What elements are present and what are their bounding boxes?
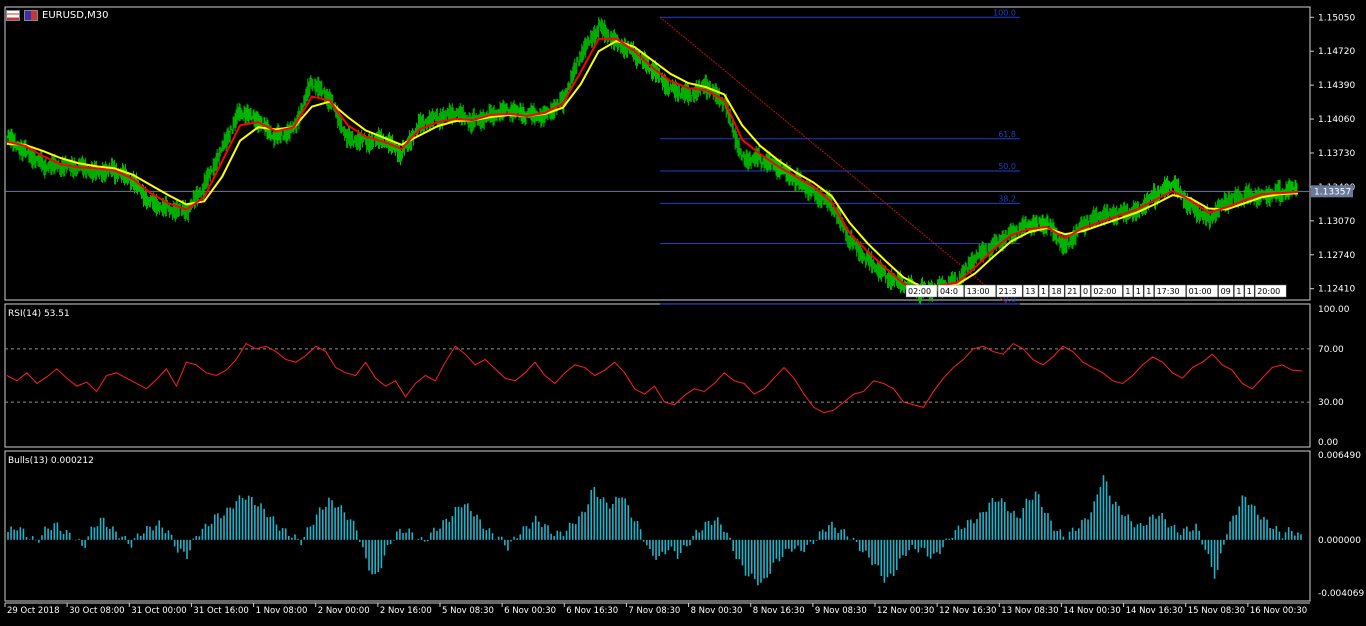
fibo-level-label: 50.0 [998, 162, 1016, 171]
time-axis-label: 14 Nov 00:30 [1063, 606, 1120, 616]
time-axis-label: 15 Nov 08:30 [1188, 606, 1245, 616]
time-axis-label: 31 Oct 16:00 [193, 606, 248, 616]
time-axis-label: 13 Nov 08:30 [1001, 606, 1058, 616]
event-label: 21 [1067, 287, 1077, 296]
time-axis-label: 6 Nov 00:30 [504, 606, 556, 616]
event-label: 0 [1083, 287, 1088, 296]
event-label: 1 [1041, 287, 1046, 296]
time-axis-label: 8 Nov 16:30 [753, 606, 805, 616]
time-axis-label: 8 Nov 00:30 [691, 606, 743, 616]
price-panel-frame [4, 6, 1311, 301]
fibo-level-label: 61.8 [998, 130, 1016, 139]
time-axis-label: 12 Nov 16:30 [939, 606, 996, 616]
bulls-panel[interactable]: Bulls(13) 0.000212 0.006490 0.000000 -0.004… [7, 451, 1364, 599]
time-axis-label: 29 Oct 2018 [7, 606, 60, 616]
fibo-level-label: 100.0 [993, 8, 1016, 17]
rsi-axis-label: 70.00 [1318, 345, 1344, 355]
price-axis-label: 1.12410 [1318, 285, 1355, 295]
event-label: 01:00 [1189, 287, 1212, 296]
rsi-axis-label: 0.00 [1318, 438, 1338, 448]
time-axis-label: 2 Nov 00:00 [318, 606, 370, 616]
price-axis-label: 1.12740 [1318, 251, 1355, 261]
event-label: 04:0 [940, 287, 958, 296]
event-label: 18 [1051, 287, 1061, 296]
bulls-axis-label: 0.000000 [1318, 536, 1361, 546]
time-axis-label: 6 Nov 16:30 [566, 606, 618, 616]
event-label: 09 [1221, 287, 1231, 296]
time-axis-label: 2 Nov 16:00 [380, 606, 432, 616]
bulls-axis-label: -0.004069 [1318, 589, 1364, 599]
price-axis-label: 1.15050 [1318, 13, 1355, 23]
event-label: 1 [1247, 287, 1252, 296]
fibo-trend-line[interactable] [659, 16, 1009, 305]
event-label: 02:00 [908, 287, 931, 296]
time-axis: 29 Oct 2018 30 Oct 08:00 31 Oct 00:00 31 Oc… [4, 603, 1307, 616]
time-axis-label: 7 Nov 08:30 [628, 606, 680, 616]
event-label: 1 [1125, 287, 1130, 296]
price-panel[interactable]: 1.150501.147201.143901.140601.137301.134… [5, 8, 1355, 305]
time-axis-label: 9 Nov 08:30 [815, 606, 867, 616]
price-axis-label: 1.13730 [1318, 149, 1355, 159]
bulls-axis-label: 0.006490 [1318, 451, 1361, 461]
event-label: 1 [1236, 287, 1241, 296]
event-label: 13 [1025, 287, 1035, 296]
bulls-panel-frame [4, 450, 1311, 602]
event-label: 13:00 [967, 287, 990, 296]
chart-symbol-title: EURUSD,M30 [42, 9, 109, 21]
panel-frames [4, 6, 1311, 604]
chart-canvas[interactable]: 1.150501.147201.143901.140601.137301.134… [0, 0, 1366, 622]
current-price-label: 1.13357 [1314, 187, 1351, 197]
event-label: 21:3 [999, 287, 1017, 296]
chart-window[interactable]: 1.150501.147201.143901.140601.137301.134… [0, 0, 1366, 622]
rsi-panel[interactable]: RSI(14) 53.51 100.00 70.00 30.00 0.00 [5, 305, 1350, 448]
time-axis-label: 31 Oct 00:00 [131, 606, 186, 616]
event-label: 1 [1146, 287, 1151, 296]
time-axis-label: 14 Nov 16:30 [1126, 606, 1183, 616]
time-axis-label: 5 Nov 08:30 [442, 606, 494, 616]
rsi-axis-label: 30.00 [1318, 398, 1344, 408]
rsi-axis-label: 100.00 [1318, 305, 1350, 315]
chart-type-icon[interactable] [6, 9, 20, 21]
price-axis-label: 1.14390 [1318, 81, 1355, 91]
rsi-panel-frame [4, 303, 1311, 448]
price-axis-label: 1.14060 [1318, 115, 1355, 125]
bulls-title: Bulls(13) 0.000212 [8, 456, 94, 466]
time-axis-label: 16 Nov 00:30 [1250, 606, 1307, 616]
event-label: 17:30 [1157, 287, 1180, 296]
time-axis-label: 12 Nov 00:30 [877, 606, 934, 616]
time-axis-label: 1 Nov 08:00 [256, 606, 308, 616]
price-axis-label: 1.14720 [1318, 47, 1355, 57]
rsi-title: RSI(14) 53.51 [8, 309, 70, 319]
symbol-flag-icon [24, 9, 38, 21]
event-label: 1 [1136, 287, 1141, 296]
chart-title-bar: EURUSD,M30 [6, 8, 108, 22]
price-axis-label: 1.13070 [1318, 217, 1355, 227]
time-axis-label: 30 Oct 08:00 [69, 606, 124, 616]
event-label: 20:00 [1257, 287, 1280, 296]
event-label: 02:00 [1093, 287, 1116, 296]
fibo-level-label: 38.2 [998, 194, 1016, 203]
